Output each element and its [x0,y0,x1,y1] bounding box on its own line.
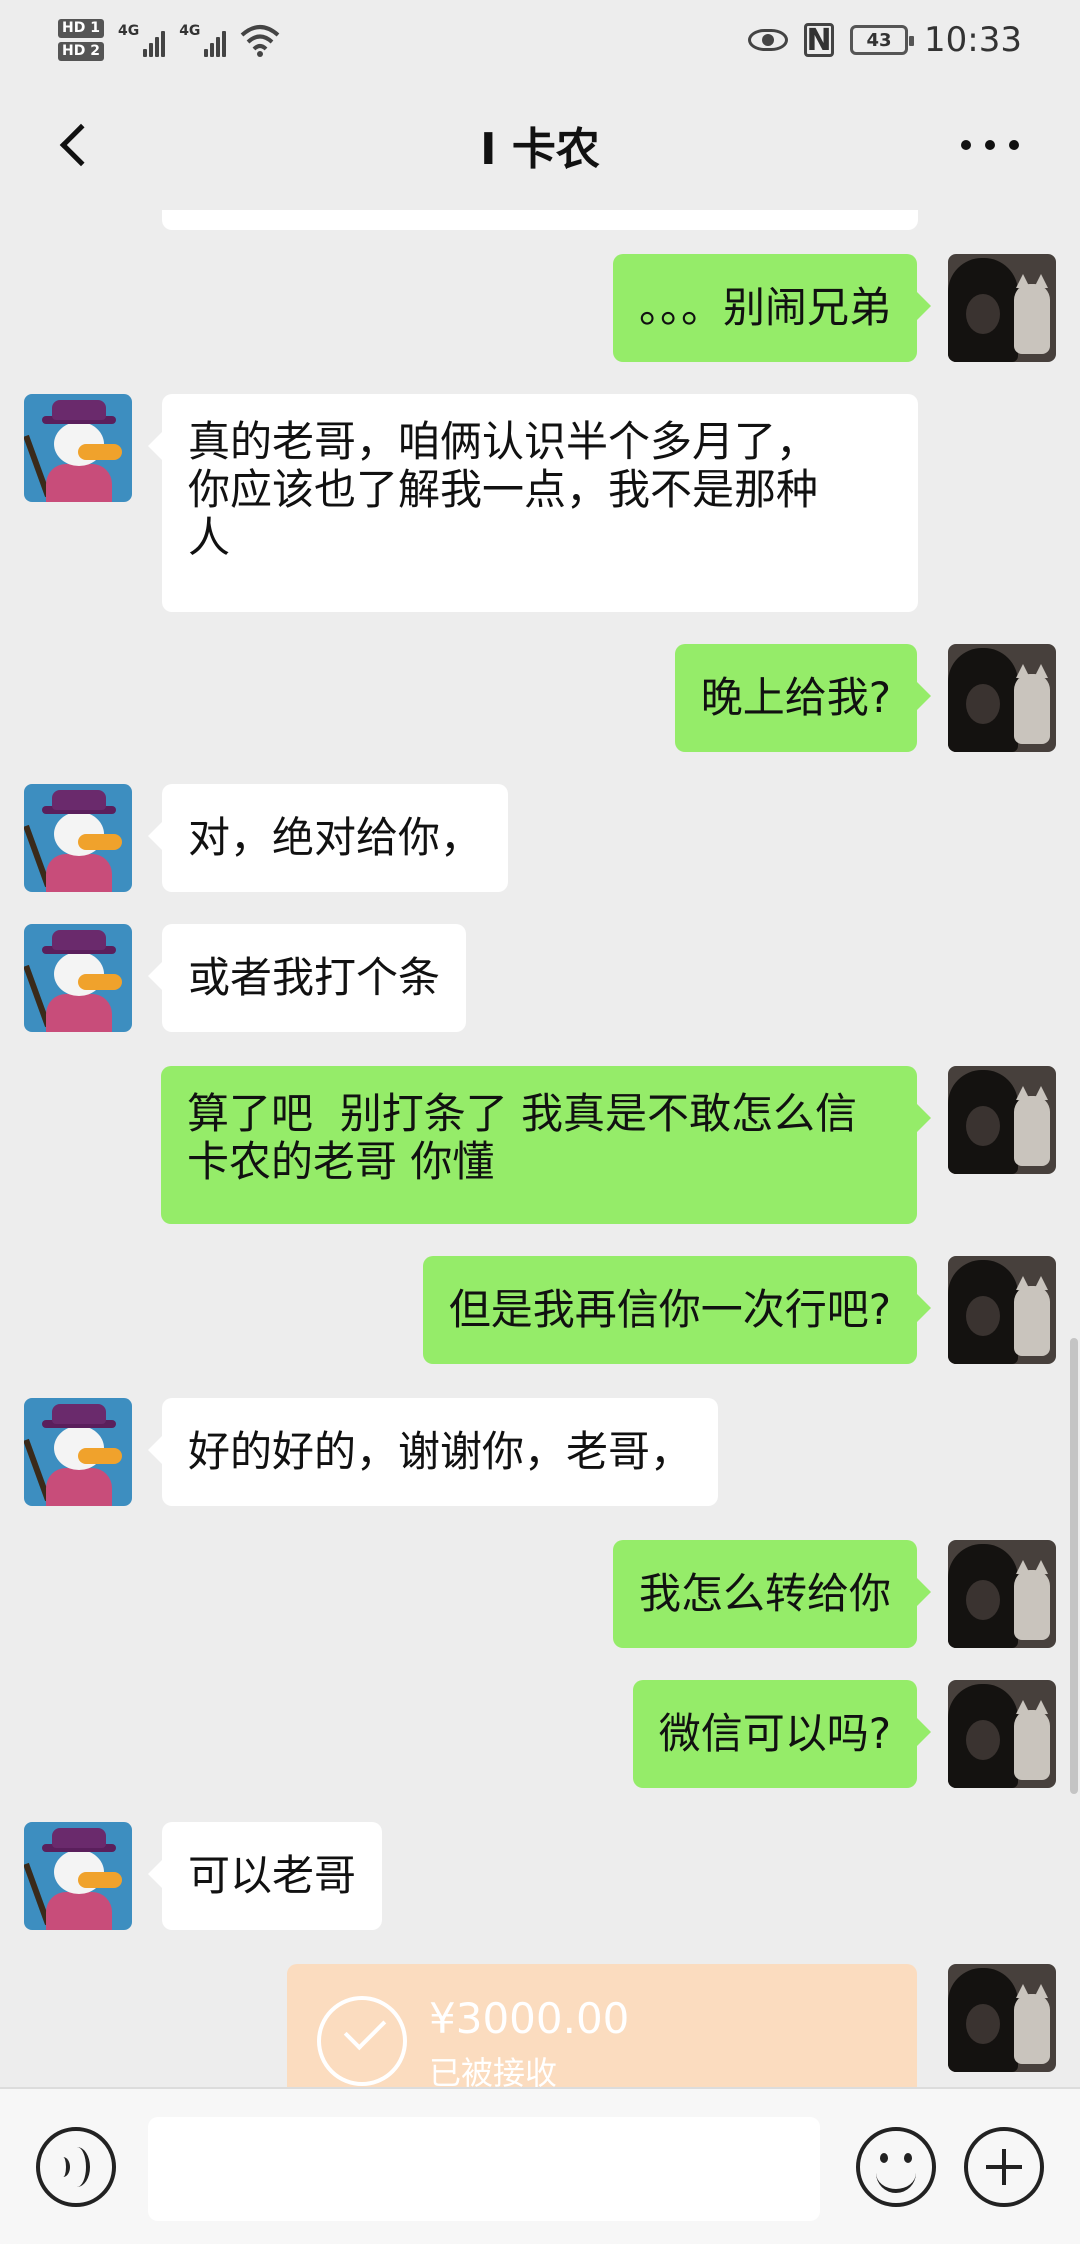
back-chevron-icon [59,123,103,167]
hd2-badge: HD 2 [58,42,104,61]
message-bubble-in[interactable]: 好的好的，谢谢你，老哥， [147,1398,719,1506]
my-avatar[interactable] [948,254,1056,362]
transfer-amount: ¥3000.00 [429,1994,630,2043]
nfc-icon: N [804,23,835,58]
message-bubble-out[interactable]: 我怎么转给你 [612,1540,932,1648]
chat-title: I 卡农 [480,124,600,175]
message-bubble-in[interactable]: 真的老哥，咱俩认识半个多月了， 你应该也了解我一点，我不是那种 人 [148,394,918,612]
message-bubble-in[interactable]: 对，绝对给你， [147,784,509,892]
contact-avatar[interactable] [24,784,132,892]
eye-icon [748,29,789,51]
plus-icon[interactable] [964,2127,1044,2207]
contact-avatar[interactable] [24,1822,132,1930]
clock: 10:33 [924,20,1022,60]
contact-avatar[interactable] [24,924,132,1032]
input-bar [0,2087,1080,2244]
contact-avatar[interactable] [24,394,132,502]
message-input[interactable] [148,2117,820,2221]
my-avatar[interactable] [948,1540,1056,1648]
status-left: HD 1 HD 2 4G 4G [58,19,280,61]
my-avatar[interactable] [948,1256,1056,1364]
signal-1-icon: 4G [117,23,166,57]
message-bubble-in[interactable]: 或者我打个条 [147,924,467,1032]
network-type-1: 4G [117,23,140,39]
more-button[interactable] [940,110,1040,180]
battery-icon: 43 [850,25,915,55]
status-bar: HD 1 HD 2 4G 4G N 43 10:33 [0,0,1080,80]
contact-avatar[interactable] [24,1398,132,1506]
check-icon [317,1996,407,2086]
emoji-icon[interactable] [856,2127,936,2207]
my-avatar[interactable] [948,1066,1056,1174]
message-list[interactable]: 。。。别闹兄弟 真的老哥，咱俩认识半个多月了， 你应该也了解我一点，我不是那种 … [0,210,1080,2087]
transfer-card[interactable]: ¥3000.00 已被接收 [287,1964,917,2087]
battery-level: 43 [866,29,892,51]
message-bubble-in[interactable]: 可以老哥 [147,1822,383,1930]
signal-2-icon: 4G [179,23,227,57]
message-bubble-out[interactable]: 。。。别闹兄弟 [612,254,932,362]
nav-bar: I 卡农 [0,80,1080,210]
hd1-badge: HD 1 [58,19,104,38]
voice-icon[interactable] [36,2127,116,2207]
more-icon [961,140,971,150]
hd-indicators: HD 1 HD 2 [58,19,104,61]
scrollbar[interactable] [1070,1338,1078,1794]
message-bubble-out[interactable]: 算了吧 别打条了 我真是不敢怎么信 卡农的老哥 你懂 [161,1066,931,1224]
chat-screen: HD 1 HD 2 4G 4G N 43 10:33 I 卡农 。。。别闹兄弟 … [0,0,1080,2244]
message-bubble-out[interactable]: 晚上给我? [674,644,932,752]
network-type-2: 4G [179,23,201,39]
transfer-status: 已被接收 [429,2054,558,2087]
status-right: N 43 10:33 [748,20,1022,60]
message-bubble-out[interactable]: 微信可以吗? [632,1680,932,1788]
my-avatar[interactable] [948,1680,1056,1788]
previous-message-bubble [162,210,918,230]
my-avatar[interactable] [948,644,1056,752]
back-button[interactable] [40,110,110,180]
my-avatar[interactable] [948,1964,1056,2072]
wifi-icon [241,25,280,57]
message-bubble-out[interactable]: 但是我再信你一次行吧? [422,1256,932,1364]
